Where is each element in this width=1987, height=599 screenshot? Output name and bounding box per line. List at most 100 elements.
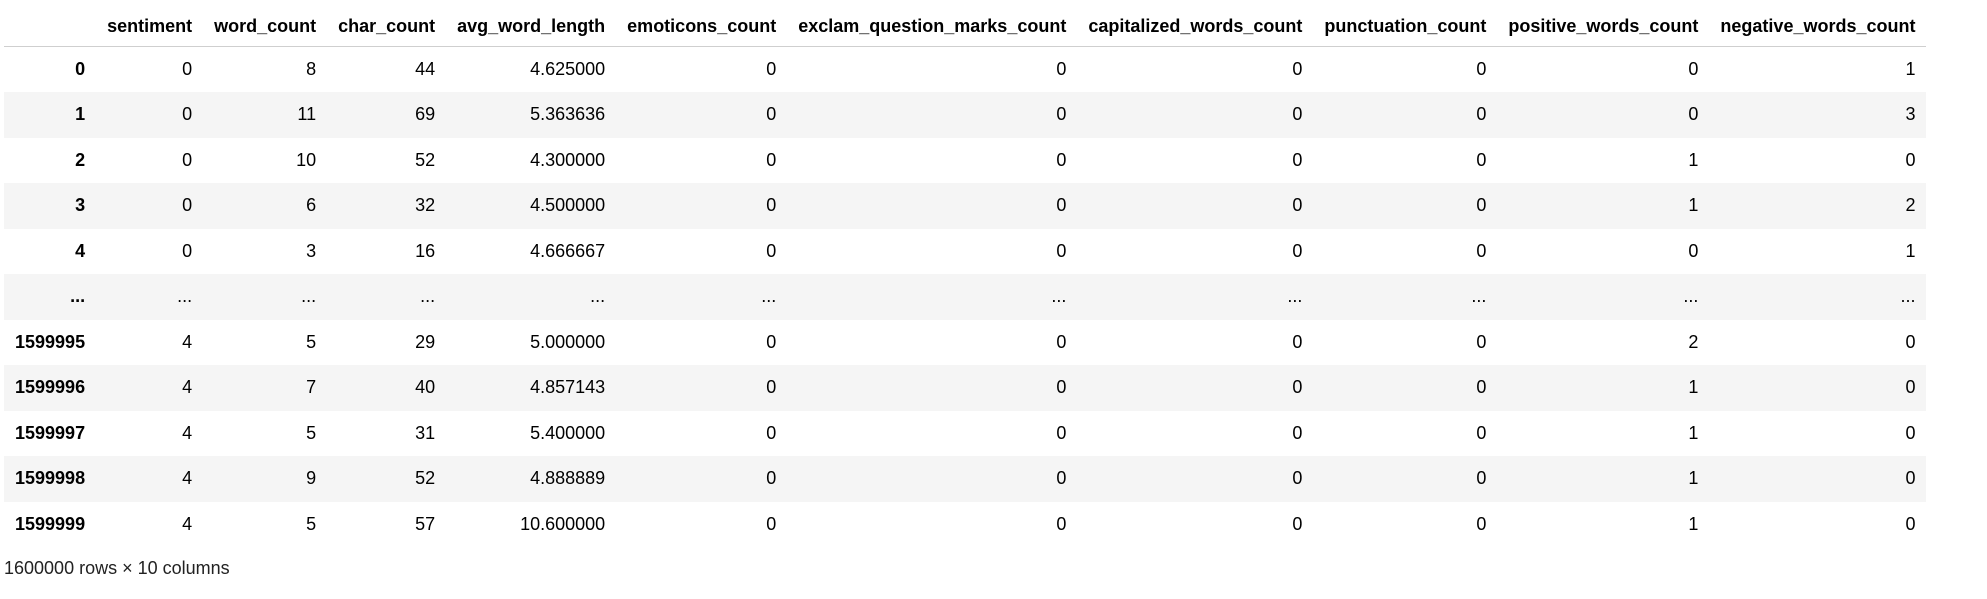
table-cell: 0 [1905, 422, 1916, 443]
table-cell: 32 [415, 195, 436, 216]
table-cell: 0 [1688, 240, 1699, 261]
table-cell: ... [761, 286, 777, 307]
table-cell: 1 [1688, 149, 1699, 170]
row-index: 2 [75, 149, 86, 170]
table-cell: 0 [1056, 513, 1067, 534]
table-cell: 1 [1905, 59, 1916, 79]
table-cell: ... [1900, 286, 1916, 307]
table-cell: 0 [1292, 104, 1303, 125]
table-cell: 5 [306, 422, 317, 443]
table-cell: 0 [1056, 59, 1067, 79]
column-header: capitalized_words_count [1077, 5, 1314, 47]
table-cell: 0 [1292, 468, 1303, 489]
table-cell: 0 [1292, 513, 1303, 534]
table-cell: 44 [415, 59, 436, 79]
table-row: 0 0 8 44 4.625000 0 0 0 0 0 1 [4, 46, 1927, 92]
table-cell: 0 [766, 240, 777, 261]
table-cell: 8 [306, 59, 317, 79]
table-cell: 0 [182, 59, 193, 79]
table-row: 1599998 4 9 52 4.888889 0 0 0 0 1 0 [4, 456, 1927, 502]
header-row: sentiment word_count char_count avg_word… [4, 5, 1927, 47]
table-cell: ... [1051, 286, 1067, 307]
column-header: exclam_question_marks_count [787, 5, 1078, 47]
column-header: sentiment [96, 5, 204, 47]
table-cell: 4.300000 [530, 149, 606, 170]
table-cell: 5 [306, 513, 317, 534]
table-cell: 0 [1476, 59, 1487, 79]
table-cell: 0 [766, 513, 777, 534]
table-cell: 5 [306, 331, 317, 352]
row-index: 1599995 [15, 331, 86, 352]
table-cell: 29 [415, 331, 436, 352]
table-cell: 0 [1056, 468, 1067, 489]
table-cell: 0 [766, 59, 777, 79]
column-header: word_count [203, 5, 328, 47]
table-cell: 52 [415, 149, 436, 170]
table-cell: 0 [1292, 59, 1303, 79]
table-body: 0 0 8 44 4.625000 0 0 0 0 0 1 1 0 11 69 5.363636 0 0 0 0 0 3 2… [4, 46, 1927, 547]
table-cell: 0 [766, 468, 777, 489]
table-cell: 4 [182, 331, 193, 352]
table-cell: 0 [1292, 377, 1303, 398]
table-row: 1599996 4 7 40 4.857143 0 0 0 0 1 0 [4, 365, 1927, 411]
table-cell: 4.625000 [530, 59, 606, 79]
table-cell: 9 [306, 468, 317, 489]
row-index: 1599999 [15, 513, 86, 534]
table-cell: 0 [1056, 240, 1067, 261]
table-cell: 0 [1476, 513, 1487, 534]
table-cell: 5.363636 [530, 104, 606, 125]
table-cell: 4 [182, 513, 193, 534]
table-cell: 0 [1056, 422, 1067, 443]
table-cell: 10 [296, 149, 317, 170]
ellipsis-row: ................................. [4, 274, 1927, 320]
table-cell: 7 [306, 377, 317, 398]
row-index: 1 [75, 104, 86, 125]
table-cell: 0 [766, 104, 777, 125]
table-cell: 2 [1688, 331, 1699, 352]
table-cell: 0 [1476, 149, 1487, 170]
table-cell: 0 [1292, 331, 1303, 352]
index-header [4, 5, 97, 47]
table-cell: 4 [182, 468, 193, 489]
table-cell: 0 [766, 422, 777, 443]
table-cell: 1 [1688, 422, 1699, 443]
row-index: 1599996 [15, 377, 86, 398]
table-cell: 5.000000 [530, 331, 606, 352]
table-cell: ... [177, 286, 193, 307]
table-cell: 0 [182, 195, 193, 216]
table-row: 1599997 4 5 31 5.400000 0 0 0 0 1 0 [4, 410, 1927, 456]
table-cell: 10.600000 [520, 513, 606, 534]
dataframe-table: sentiment word_count char_count avg_word… [4, 5, 1927, 547]
table-cell: 0 [1905, 331, 1916, 352]
table-cell: 0 [1905, 513, 1916, 534]
table-cell: 0 [1476, 331, 1487, 352]
table-cell: 4 [182, 422, 193, 443]
table-cell: 0 [1056, 195, 1067, 216]
table-cell: 3 [306, 240, 317, 261]
table-cell: 0 [1905, 149, 1916, 170]
table-row: 1 0 11 69 5.363636 0 0 0 0 0 3 [4, 92, 1927, 138]
dataframe-output: sentiment word_count char_count avg_word… [0, 0, 1987, 579]
table-cell: 4.666667 [530, 240, 606, 261]
table-cell: 0 [182, 240, 193, 261]
column-header: negative_words_count [1709, 5, 1927, 47]
table-cell: 0 [1476, 240, 1487, 261]
dataframe-shape-note: 1600000 rows × 10 columns [4, 558, 230, 578]
table-cell: ... [420, 286, 436, 307]
table-cell: 4 [182, 377, 193, 398]
table-cell: ... [1287, 286, 1303, 307]
table-header: sentiment word_count char_count avg_word… [4, 5, 1927, 47]
table-cell: ... [1471, 286, 1487, 307]
table-cell: 1 [1688, 195, 1699, 216]
table-cell: 0 [1292, 422, 1303, 443]
table-cell: 11 [297, 104, 317, 125]
table-cell: 0 [1688, 104, 1699, 125]
table-cell: ... [301, 286, 317, 307]
table-cell: 5.400000 [530, 422, 606, 443]
table-cell: 1 [1688, 513, 1699, 534]
row-index: 4 [75, 240, 86, 261]
table-row: 1599999 4 5 57 10.600000 0 0 0 0 1 0 [4, 501, 1927, 547]
table-cell: 0 [1476, 104, 1487, 125]
table-cell: 0 [1688, 59, 1699, 79]
table-row: 2 0 10 52 4.300000 0 0 0 0 1 0 [4, 137, 1927, 183]
